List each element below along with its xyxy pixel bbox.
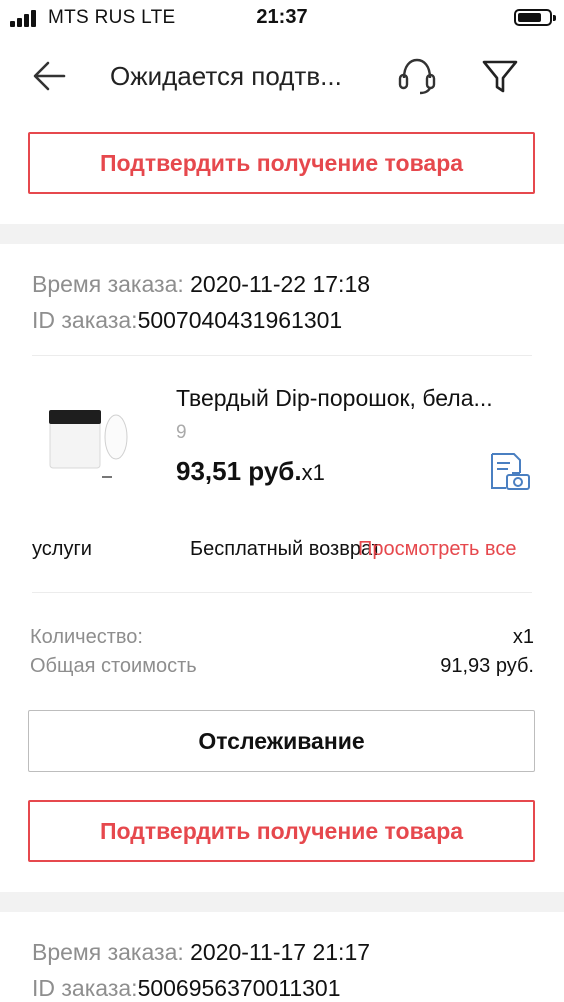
quantity-label: Количество: bbox=[30, 626, 143, 648]
arrow-left-icon[interactable] bbox=[30, 56, 70, 96]
confirm-receipt-button[interactable]: Подтвердить получение товара bbox=[28, 800, 535, 862]
quantity-value: x1 bbox=[512, 626, 534, 648]
order-time: Время заказа: 2020-11-17 21:17 bbox=[32, 939, 370, 966]
total-label: Общая стоимость bbox=[30, 655, 197, 677]
view-all-link[interactable]: Просмотреть все bbox=[358, 538, 516, 561]
powder-jar-image[interactable] bbox=[42, 392, 142, 492]
total-value: 91,93 руб. bbox=[440, 655, 534, 677]
clock: 21:37 bbox=[256, 6, 308, 28]
tracking-button[interactable]: Отслеживание bbox=[28, 710, 535, 772]
order-id-value: 5006956370011301 bbox=[137, 975, 341, 1001]
order-id-label: ID заказа: bbox=[32, 307, 138, 333]
order-id: ID заказа:5006956370011301 bbox=[32, 975, 341, 1002]
product-price: 93,51 руб.x1 bbox=[176, 456, 325, 487]
page-title: Ожидается подтв... bbox=[110, 61, 342, 91]
order-id: ID заказа:5007040431961301 bbox=[32, 307, 342, 334]
funnel-icon[interactable] bbox=[478, 54, 522, 98]
divider bbox=[32, 592, 532, 593]
order-time-value: 2020-11-22 17:18 bbox=[190, 271, 371, 297]
order-time-label: Время заказа: bbox=[32, 271, 184, 297]
section-separator bbox=[0, 224, 564, 244]
services-value: Бесплатный возврат bbox=[190, 538, 381, 560]
camera-document-icon[interactable] bbox=[488, 451, 532, 491]
services-label: услуги bbox=[32, 538, 92, 560]
order-time-label: Время заказа: bbox=[32, 939, 184, 965]
product-qty: x1 bbox=[301, 460, 325, 485]
nav-bar: Ожидается подтв... bbox=[0, 36, 564, 114]
order-id-value: 5007040431961301 bbox=[137, 307, 343, 333]
price-value: 93,51 руб. bbox=[176, 456, 302, 486]
battery-icon bbox=[514, 9, 556, 26]
order-time: Время заказа: 2020-11-22 17:18 bbox=[32, 271, 370, 298]
confirm-receipt-button[interactable]: Подтвердить получение товара bbox=[28, 132, 535, 194]
section-separator bbox=[0, 892, 564, 912]
status-bar: MTS RUS LTE 21:37 bbox=[0, 0, 564, 36]
product-variant: 9 bbox=[176, 422, 187, 443]
divider bbox=[32, 355, 532, 356]
headset-icon[interactable] bbox=[395, 54, 439, 98]
product-title[interactable]: Твердый Dip-порошок, бела... bbox=[176, 385, 493, 412]
order-time-value: 2020-11-17 21:17 bbox=[190, 939, 371, 965]
order-id-label: ID заказа: bbox=[32, 975, 138, 1001]
